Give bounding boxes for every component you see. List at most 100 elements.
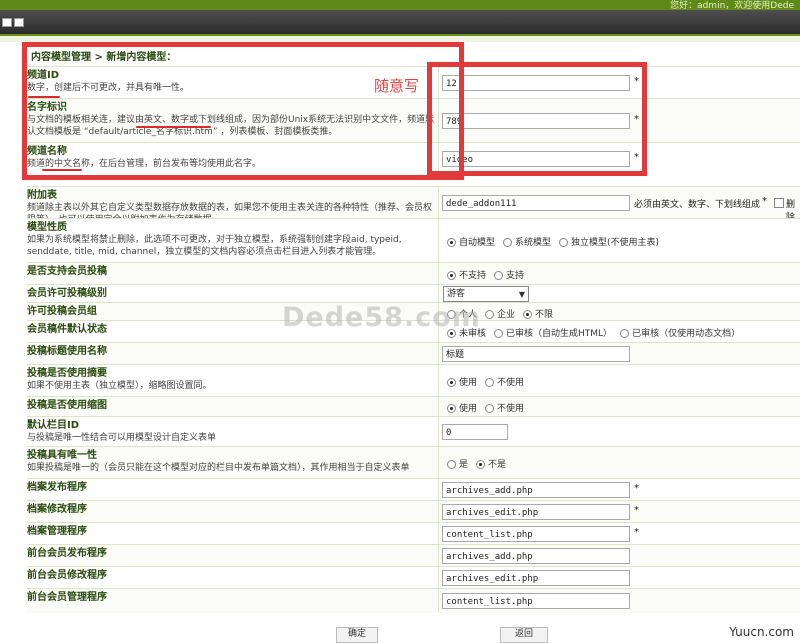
radio-button[interactable] — [559, 238, 569, 247]
radio-option[interactable]: 不是 — [476, 457, 506, 470]
required-mark: * — [634, 114, 639, 125]
field-value-cell: video * — [442, 143, 800, 175]
radio-option[interactable]: 不使用 — [485, 375, 524, 388]
radio-option[interactable]: 是 — [447, 457, 468, 470]
radio-label: 不支持 — [459, 271, 487, 281]
field-label-cell: 投稿标题使用名称 — [27, 343, 439, 365]
field-label-cell: 附加表 频道除主表以外其它自定义类型数据存放数据的表，如果您不使用主表关连的各种特… — [27, 187, 439, 225]
radio-button[interactable] — [494, 271, 504, 280]
radio-button[interactable] — [485, 404, 495, 413]
text-input[interactable]: dede_addon111 — [442, 195, 630, 211]
field-title: 前台会员修改程序 — [27, 570, 107, 581]
radio-button[interactable] — [476, 460, 486, 469]
top-bar: 您好：admin，欢迎使用Dede — [0, 0, 800, 11]
radio-label: 不限 — [535, 310, 554, 320]
form-row: 投稿是否使用摘要 如果不使用主表（独立模型），缩略图设置同。 使用 不使用 — [27, 364, 800, 397]
radio-button[interactable] — [620, 329, 630, 338]
radio-option[interactable]: 系统模型 — [503, 235, 551, 248]
menu-toggle-icon[interactable] — [2, 18, 12, 27]
radio-option[interactable]: 使用 — [447, 401, 477, 414]
radio-label: 自动模型 — [459, 238, 496, 248]
radio-option[interactable]: 企业 — [485, 307, 515, 320]
radio-option[interactable]: 不支持 — [447, 268, 486, 281]
radio-label: 企业 — [497, 310, 516, 320]
delete-checkbox[interactable] — [774, 198, 784, 208]
field-value-cell: 0 — [442, 417, 800, 447]
field-title: 名字标识 — [27, 102, 67, 113]
radio-label: 是 — [459, 460, 469, 470]
field-value-cell: 标题 — [442, 343, 800, 365]
required-mark: * — [634, 505, 639, 516]
radio-button[interactable] — [503, 238, 513, 247]
radio-option[interactable]: 独立模型(不使用主表) — [559, 235, 659, 248]
text-input[interactable]: 0 — [442, 424, 508, 440]
form-row: 前台会员发布程序 archives_add.php — [27, 544, 800, 567]
field-value-cell: 自动模型 系统模型 独立模型(不使用主表) — [443, 219, 800, 263]
radio-button[interactable] — [447, 238, 456, 247]
text-input[interactable]: archives_add.php — [442, 548, 630, 564]
radio-button[interactable] — [494, 329, 504, 338]
radio-button[interactable] — [447, 404, 456, 413]
underline-mark — [136, 126, 211, 128]
radio-group: 未审核 已审核（自动生成HTML） 已审核（仅使用动态文档） — [447, 326, 748, 339]
text-input[interactable]: content_list.php — [442, 526, 630, 542]
field-value-cell: archives_edit.php — [442, 567, 800, 589]
field-title: 频道名称 — [27, 146, 67, 157]
sub-strip — [0, 36, 800, 42]
field-title: 会员许可投稿级别 — [27, 288, 107, 299]
annotation-text: 随意写 — [374, 77, 420, 95]
field-title: 投稿标题使用名称 — [27, 346, 107, 357]
radio-label: 不是 — [488, 460, 507, 470]
field-description: 如果投稿是唯一的（会员只能在这个模型对应的栏目中发布单篇文档），其作用相当于自定… — [27, 463, 410, 473]
text-input[interactable]: content_list.php — [442, 593, 630, 609]
form-row: 模型性质 如果为系统模型将禁止删除，此选项不可更改，对于独立模型，系统强制创建字段… — [27, 218, 800, 263]
radio-group: 使用 不使用 — [447, 375, 532, 388]
field-value-cell: 游客 ▼ — [443, 285, 800, 303]
radio-button[interactable] — [523, 310, 533, 319]
radio-option[interactable]: 不限 — [523, 307, 553, 320]
radio-button[interactable] — [485, 378, 495, 387]
form-row: 前台会员管理程序 content_list.php — [27, 588, 800, 613]
form-row: 档案发布程序 archives_add.php * — [27, 478, 800, 501]
underline-mark — [42, 169, 82, 171]
text-input[interactable]: archives_edit.php — [442, 504, 630, 520]
level-select[interactable]: 游客 ▼ — [443, 286, 529, 302]
text-input[interactable]: 789 — [442, 113, 630, 129]
radio-button[interactable] — [447, 271, 456, 280]
site-watermark: Yuucn.com — [729, 625, 794, 639]
radio-option[interactable]: 已审核（仅使用动态文档） — [620, 326, 740, 339]
field-value-cell: 个人 企业 不限 — [443, 303, 800, 321]
field-value-cell: archives_add.php — [442, 545, 800, 567]
field-value-cell: content_list.php * — [442, 523, 800, 545]
radio-option[interactable]: 支持 — [494, 268, 524, 281]
field-description: 频道的中文名称，在后台管理，前台发布等均使用此名字。 — [27, 159, 262, 169]
radio-button[interactable] — [447, 378, 456, 387]
text-input[interactable]: archives_add.php — [442, 482, 630, 498]
field-label-cell: 前台会员修改程序 — [27, 567, 439, 589]
text-input[interactable]: 标题 — [442, 346, 630, 362]
field-value-cell: 不支持 支持 — [443, 263, 800, 285]
radio-option[interactable]: 不使用 — [485, 401, 524, 414]
text-input[interactable]: archives_edit.php — [442, 570, 630, 586]
breadcrumb: 内容模型管理 > 新增内容模型： — [31, 52, 177, 63]
window-icon[interactable] — [14, 18, 24, 27]
field-title: 附加表 — [27, 190, 57, 201]
field-label-cell: 档案修改程序 — [27, 501, 439, 523]
required-mark: * — [634, 76, 639, 87]
radio-option[interactable]: 已审核（自动生成HTML） — [494, 326, 612, 339]
radio-button[interactable] — [485, 310, 495, 319]
field-value-cell: 789 * — [442, 99, 800, 143]
form-row: 频道名称频道的中文名称，在后台管理，前台发布等均使用此名字。 video * — [27, 142, 800, 175]
field-label-cell: 会员许可投稿级别 — [27, 285, 439, 303]
radio-option[interactable]: 自动模型 — [447, 235, 495, 248]
form-row: 会员许可投稿级别 游客 ▼ — [27, 284, 800, 303]
text-input[interactable]: 12 — [442, 75, 630, 91]
text-input[interactable]: video — [442, 151, 630, 167]
watermark: Dede58.com — [282, 302, 481, 333]
radio-button[interactable] — [447, 460, 456, 469]
field-label-cell: 名字标识 与文档的模板相关连，建议由英文、数字或下划线组成，因为部份Unix系统无… — [27, 99, 439, 143]
field-value-cell: content_list.php — [442, 589, 800, 613]
radio-option[interactable]: 使用 — [447, 375, 477, 388]
radio-label: 使用 — [459, 378, 478, 388]
underline-mark — [28, 96, 60, 98]
